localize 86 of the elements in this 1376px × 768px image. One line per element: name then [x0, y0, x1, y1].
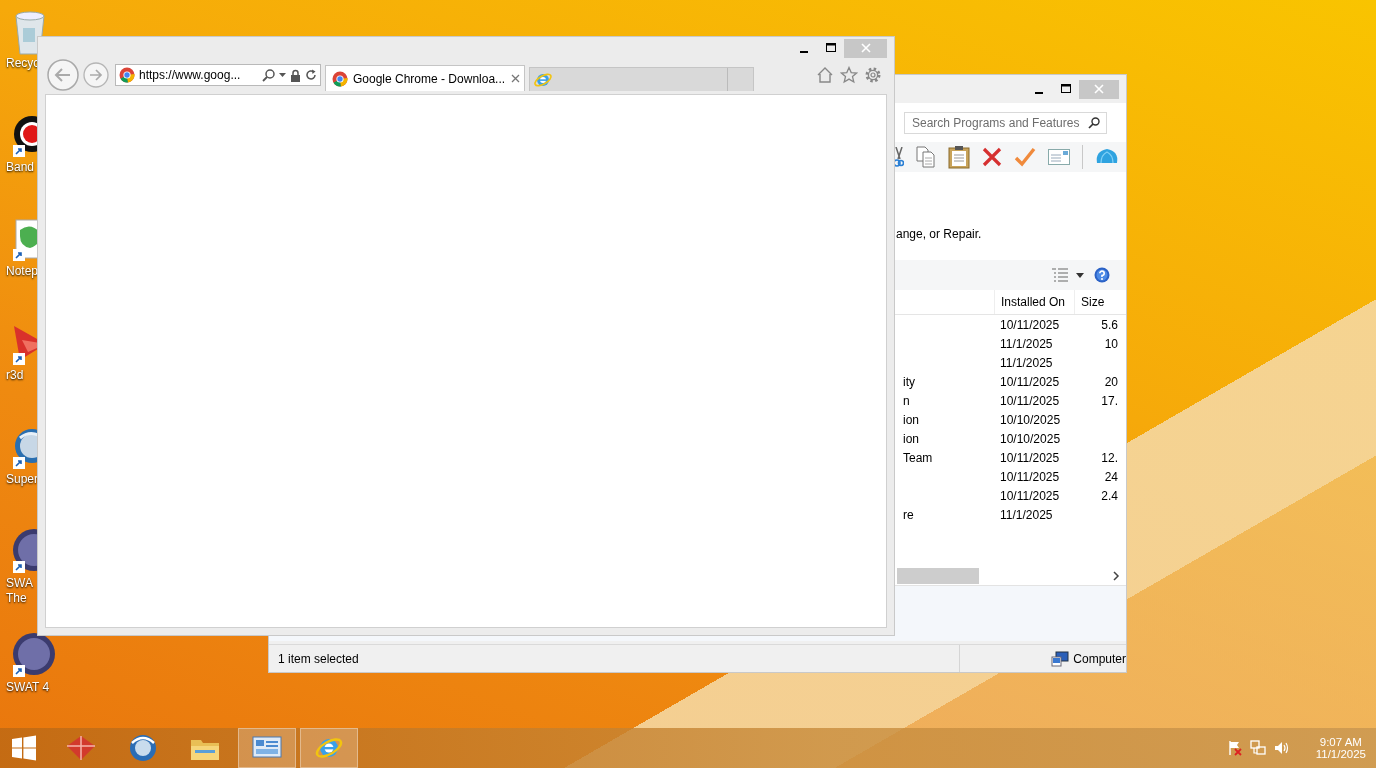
- program-size: 10: [1103, 336, 1119, 351]
- clipboard-icon[interactable]: [948, 145, 970, 169]
- maximize-icon: [1060, 84, 1071, 94]
- install-date: 10/11/2025: [999, 488, 1061, 503]
- close-icon: [1094, 84, 1104, 94]
- shortcut-arrow-icon: [13, 457, 25, 469]
- desktop-icon-label[interactable]: r3d: [6, 368, 24, 383]
- install-date: 10/11/2025: [999, 317, 1061, 332]
- program-size: 20: [1103, 374, 1119, 389]
- search-field[interactable]: Search Programs and Features: [904, 111, 1107, 134]
- caret-icon: [1076, 272, 1084, 278]
- close-icon[interactable]: [511, 74, 520, 83]
- install-date: 10/11/2025: [999, 393, 1061, 408]
- favicon-icon: [332, 70, 348, 87]
- star-icon[interactable]: [840, 66, 858, 84]
- desktop-icon-label[interactable]: SWA The: [6, 576, 33, 606]
- shortcut-arrow-icon: [13, 145, 25, 157]
- install-date: 11/1/2025: [999, 507, 1054, 522]
- clock[interactable]: 9:07 AM 11/1/2025: [1315, 728, 1366, 768]
- settings-icon[interactable]: [864, 66, 882, 84]
- envelope-icon[interactable]: [1048, 149, 1070, 165]
- favicon-icon: [119, 67, 135, 83]
- install-date: 11/1/2025: [999, 355, 1054, 370]
- home-icon[interactable]: [816, 66, 834, 84]
- network-icon[interactable]: [1249, 740, 1266, 756]
- refresh-icon: [305, 69, 317, 81]
- caret-icon: [279, 72, 286, 78]
- program-name: Team: [902, 450, 934, 465]
- shortcut-arrow-icon: [13, 561, 25, 573]
- list-view-icon: [1052, 268, 1068, 282]
- desktop-icon-label[interactable]: Notep: [6, 264, 39, 279]
- install-date: 10/10/2025: [999, 412, 1062, 427]
- install-date: 10/11/2025: [999, 469, 1061, 484]
- desktop-icon-label[interactable]: Band: [6, 160, 35, 175]
- shortcut-arrow-icon: [13, 353, 25, 365]
- program-size: 2.4: [1100, 488, 1119, 503]
- search-icon: [1088, 116, 1100, 129]
- scroll-right-icon[interactable]: [1112, 571, 1120, 581]
- windows-logo-icon: [11, 735, 37, 761]
- desktop-icon-label[interactable]: Super: [6, 472, 39, 487]
- program-name: n: [902, 393, 911, 408]
- program-name: re: [902, 507, 915, 522]
- close-icon: [860, 43, 871, 53]
- globe-icon: [128, 733, 158, 763]
- location-text: Computer: [1073, 651, 1126, 666]
- flag-icon[interactable]: [1227, 740, 1242, 756]
- minimize-icon: [1034, 91, 1043, 94]
- instruction-text: ange, or Repair.: [896, 227, 982, 241]
- computer-icon: [1051, 650, 1070, 667]
- help-icon[interactable]: [1094, 267, 1110, 283]
- check-icon[interactable]: [1014, 147, 1036, 167]
- forward-button[interactable]: [83, 62, 109, 88]
- program-name: ion: [902, 431, 920, 446]
- maximize-icon: [825, 43, 836, 53]
- delete-icon[interactable]: [982, 147, 1002, 167]
- copy-icon[interactable]: [916, 146, 936, 168]
- address-bar[interactable]: https://www.goog...: [115, 64, 321, 86]
- browser-tab[interactable]: Google Chrome - Downloa...: [325, 65, 525, 91]
- column-header[interactable]: Size: [1074, 290, 1120, 314]
- minimize-icon: [799, 50, 808, 53]
- address-text: https://www.goog...: [139, 68, 242, 82]
- cube-icon: [65, 734, 97, 762]
- taskbar-app-button[interactable]: [238, 728, 296, 768]
- column-header[interactable]: Installed On: [994, 290, 1074, 314]
- program-size: 5.6: [1100, 317, 1119, 332]
- program-size: 17.: [1100, 393, 1119, 408]
- install-date: 10/11/2025: [999, 374, 1061, 389]
- desktop-icon-label[interactable]: SWAT 4: [6, 680, 50, 695]
- program-name: ion: [902, 412, 920, 427]
- program-name: ity: [902, 374, 916, 389]
- scissors-icon[interactable]: [894, 147, 904, 167]
- program-size: 24: [1103, 469, 1119, 484]
- status-text: 1 item selected: [277, 651, 360, 666]
- install-date: 11/1/2025: [999, 336, 1054, 351]
- lock-icon: [290, 68, 301, 82]
- search-icon: [262, 68, 275, 82]
- program-size: 12.: [1100, 450, 1119, 465]
- speaker-icon[interactable]: [1273, 740, 1290, 756]
- shortcut-arrow-icon: [13, 665, 25, 677]
- shortcut-arrow-icon: [13, 249, 25, 261]
- taskbar-app-button[interactable]: [300, 728, 358, 768]
- back-button[interactable]: [47, 59, 79, 91]
- scrollbar-thumb[interactable]: [897, 568, 979, 584]
- install-date: 10/10/2025: [999, 431, 1062, 446]
- view-options-button[interactable]: [1052, 268, 1084, 282]
- install-date: 10/11/2025: [999, 450, 1061, 465]
